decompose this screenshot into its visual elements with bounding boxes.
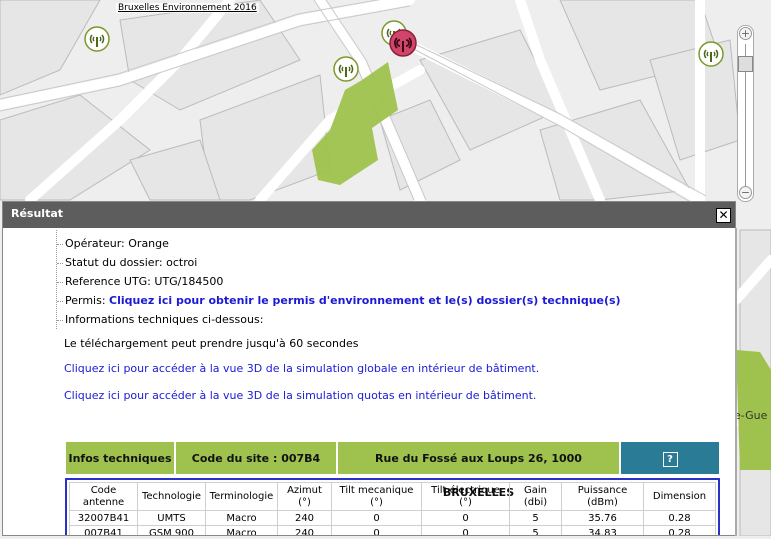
zoom-in-button[interactable]: +: [739, 27, 752, 40]
antenna-table-container: Code antenne Technologie Terminologie Azi…: [65, 478, 720, 535]
col-header-technologie: Technologie: [137, 482, 206, 511]
col-header-gain: Gain (dbi): [509, 482, 562, 511]
cell-technologie: GSM 900: [137, 525, 206, 535]
antenna-icon[interactable]: [333, 56, 359, 82]
col-header-tilt-electrique: Tilt électrique (°): [421, 482, 510, 511]
panel-header: Résultat ✕: [3, 202, 735, 228]
cell-gain: 5: [509, 510, 562, 526]
col-header-puissance: Puissance (dBm): [561, 482, 644, 511]
site-code: Code du site : 007B4: [175, 441, 337, 475]
col-header-terminologie: Terminologie: [205, 482, 278, 511]
antenna-table: Code antenne Technologie Terminologie Azi…: [69, 482, 716, 535]
operator-value: Orange: [128, 237, 169, 250]
col-header-code: Code antenne: [69, 482, 138, 511]
permit-link[interactable]: Cliquez ici pour obtenir le permis d'env…: [109, 294, 621, 307]
cell-tilt-mecanique: 0: [331, 525, 422, 535]
cell-tilt-electrique: 0: [421, 525, 510, 535]
info-techniques-label: Infos techniques: [65, 441, 175, 475]
panel-body: Opérateur: Orange Statut du dossier: oct…: [3, 228, 735, 535]
info-bar: Infos techniques Code du site : 007B4 Ru…: [65, 441, 721, 499]
cell-terminologie: Macro: [205, 525, 278, 535]
antenna-icon[interactable]: [698, 41, 724, 67]
download-note: Le téléchargement peut prendre jusqu'à 6…: [64, 337, 359, 350]
zoom-slider-handle[interactable]: [738, 56, 753, 72]
link-3d-global[interactable]: Cliquez ici pour accéder à la vue 3D de …: [64, 362, 539, 375]
cell-code: 32007B41: [69, 510, 138, 526]
help-cell[interactable]: ?: [620, 441, 720, 475]
zoom-control[interactable]: + −: [737, 25, 754, 202]
col-header-azimut: Azimut (°): [277, 482, 332, 511]
antenna-icon[interactable]: [84, 26, 110, 52]
cell-puissance: 34.83: [561, 525, 644, 535]
cell-gain: 5: [509, 525, 562, 535]
cell-terminologie: Macro: [205, 510, 278, 526]
cell-tilt-electrique: 0: [421, 510, 510, 526]
tree-item-operator: Opérateur: Orange: [57, 234, 656, 253]
zoom-out-button[interactable]: −: [739, 186, 752, 199]
col-header-tilt-mecanique: Tilt mecanique (°): [331, 482, 422, 511]
close-button[interactable]: ✕: [716, 208, 731, 223]
close-icon: ✕: [718, 208, 729, 222]
table-row: 007B41 GSM 900 Macro 240 0 0 5 34.83 0.2…: [69, 525, 716, 535]
panel-scrollbar[interactable]: [735, 228, 737, 536]
panel-title: Résultat: [11, 207, 64, 220]
table-row: 32007B41 UMTS Macro 240 0 0 5 35.76 0.28: [69, 510, 716, 526]
tree-item-tech-info: Informations techniques ci-dessous:: [57, 310, 656, 329]
cell-puissance: 35.76: [561, 510, 644, 526]
map-copyright[interactable]: Bruxelles Environnement 2016: [116, 3, 259, 13]
status-value: octroi: [166, 256, 198, 269]
cell-technologie: UMTS: [137, 510, 206, 526]
table-header-row: Code antenne Technologie Terminologie Azi…: [69, 482, 716, 511]
help-icon[interactable]: ?: [662, 451, 678, 467]
cell-azimut: 240: [277, 510, 332, 526]
result-panel: Résultat ✕ Opérateur: Orange Statut du d…: [2, 201, 736, 536]
street-label: e-Gue: [734, 409, 768, 422]
tree-item-status: Statut du dossier: octroi: [57, 253, 656, 272]
cell-dimension: 0.28: [643, 525, 716, 535]
tree-item-permit: Permis: Cliquez ici pour obtenir le perm…: [57, 291, 656, 310]
cell-tilt-mecanique: 0: [331, 510, 422, 526]
tree-item-reference: Reference UTG: UTG/184500: [57, 272, 656, 291]
link-3d-quotas[interactable]: Cliquez ici pour accéder à la vue 3D de …: [64, 389, 536, 402]
selected-antenna-icon[interactable]: [388, 28, 418, 58]
site-address: Rue du Fossé aux Loups 26, 1000 BRUXELLE…: [337, 441, 620, 499]
cell-azimut: 240: [277, 525, 332, 535]
cell-dimension: 0.28: [643, 510, 716, 526]
cell-code: 007B41: [69, 525, 138, 535]
reference-value: UTG/184500: [154, 275, 224, 288]
result-tree: Opérateur: Orange Statut du dossier: oct…: [56, 230, 656, 329]
col-header-dimension: Dimension: [643, 482, 716, 511]
